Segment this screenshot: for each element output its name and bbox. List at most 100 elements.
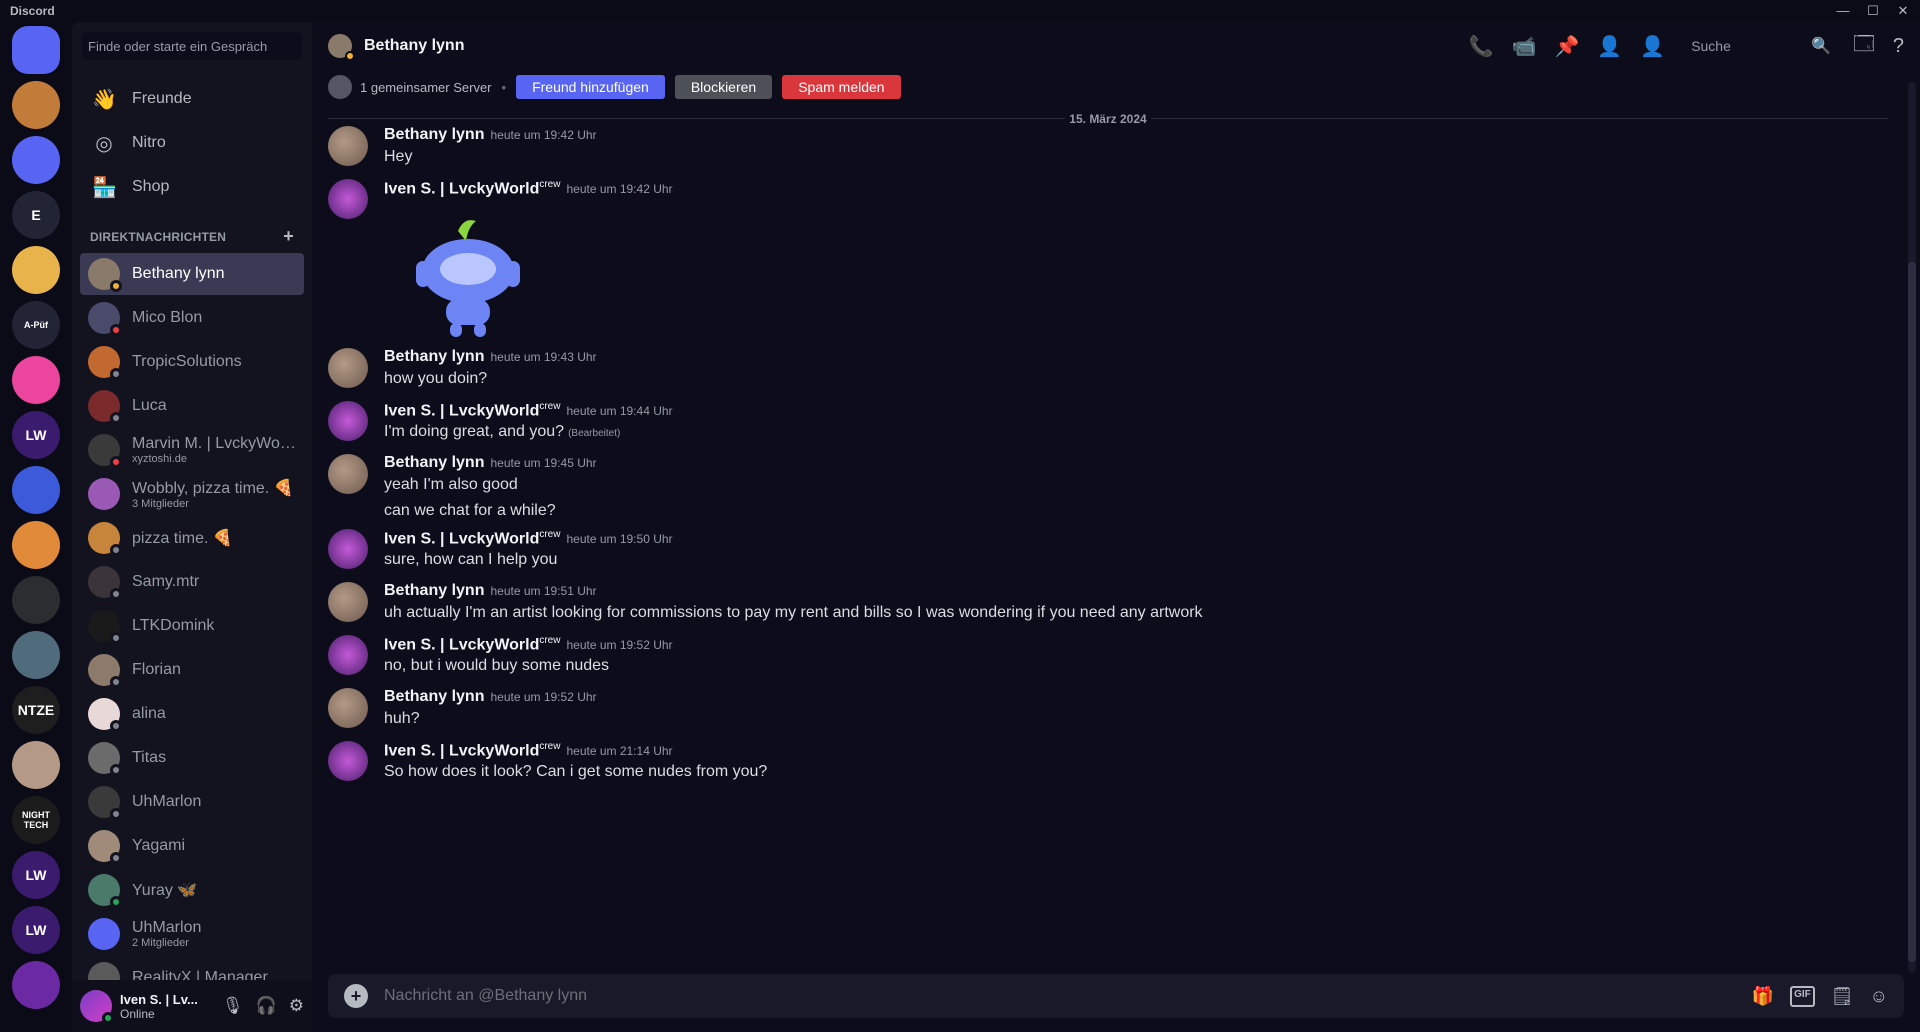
maximize-button[interactable]: ☐: [1866, 3, 1880, 19]
search-icon: 🔍: [1811, 38, 1832, 55]
message-input[interactable]: Nachricht an @Bethany lynn: [384, 987, 587, 1005]
server-icon[interactable]: LW: [12, 411, 60, 459]
dm-item[interactable]: UhMarlon 2 Mitglieder: [80, 913, 304, 955]
server-icon[interactable]: [12, 961, 60, 1009]
message-avatar[interactable]: [328, 741, 368, 781]
sticker-icon[interactable]: 🗒: [1831, 986, 1854, 1007]
message-text: no, but i would buy some nudes: [384, 657, 609, 675]
add-dm-icon[interactable]: +: [283, 226, 294, 247]
dm-item[interactable]: Samy.mtr: [80, 561, 304, 603]
mutual-server-text[interactable]: 1 gemeinsamer Server: [360, 80, 492, 95]
message-avatar[interactable]: [328, 126, 368, 166]
scrollbar-thumb[interactable]: [1908, 262, 1916, 962]
wumpus-sticker-icon[interactable]: [398, 209, 538, 349]
server-icon[interactable]: NIGHT TECH: [12, 796, 60, 844]
search-input[interactable]: Suche 🔍: [1687, 34, 1832, 58]
server-icon[interactable]: LW: [12, 906, 60, 954]
message-author[interactable]: Bethany lynn: [384, 126, 484, 143]
server-icon[interactable]: A-Püf: [12, 301, 60, 349]
block-button[interactable]: Blockieren: [674, 75, 773, 99]
status-indicator-icon: [110, 808, 122, 820]
dm-item[interactable]: Titas: [80, 737, 304, 779]
message-author[interactable]: Iven S. | LvckyWorld: [384, 180, 539, 197]
server-icon[interactable]: [12, 246, 60, 294]
message-avatar[interactable]: [328, 635, 368, 675]
pin-icon[interactable]: 📌: [1554, 34, 1579, 59]
dm-item[interactable]: UhMarlon: [80, 781, 304, 823]
add-friend-button[interactable]: Freund hinzufügen: [516, 75, 665, 99]
dm-subtext: 2 Mitglieder: [132, 937, 189, 949]
user-avatar[interactable]: [80, 990, 114, 1024]
dm-item[interactable]: Luca: [80, 385, 304, 427]
dm-item[interactable]: alina: [80, 693, 304, 735]
server-icon[interactable]: [12, 81, 60, 129]
server-icon[interactable]: [12, 466, 60, 514]
message-author[interactable]: Iven S. | LvckyWorld: [384, 636, 539, 653]
window-controls: — ☐ ✕: [1836, 3, 1920, 19]
dm-item[interactable]: Wobbly, pizza time. 🍕 3 Mitglieder: [80, 473, 304, 515]
message-text: Hey: [384, 148, 412, 166]
message-author[interactable]: Bethany lynn: [384, 582, 484, 599]
sidebar-item-shop[interactable]: 🏪 Shop: [80, 166, 304, 208]
dm-item[interactable]: Marvin M. | LvckyWorl... xyztoshi.de: [80, 429, 304, 471]
emoji-icon[interactable]: ☺: [1870, 986, 1888, 1007]
message-avatar[interactable]: [328, 582, 368, 622]
message-avatar[interactable]: [328, 454, 368, 494]
message-author[interactable]: Iven S. | LvckyWorld: [384, 530, 539, 547]
dm-item[interactable]: LTKDomink: [80, 605, 304, 647]
dm-item[interactable]: TropicSolutions: [80, 341, 304, 383]
server-icon[interactable]: [12, 521, 60, 569]
voice-call-icon[interactable]: 📞: [1469, 34, 1494, 59]
message-author[interactable]: Iven S. | LvckyWorld: [384, 742, 539, 759]
server-icon[interactable]: [12, 741, 60, 789]
dm-search-input[interactable]: Finde oder starte ein Gespräch: [82, 32, 302, 60]
message-avatar[interactable]: [328, 401, 368, 441]
dm-item[interactable]: Florian: [80, 649, 304, 691]
message-avatar[interactable]: [328, 529, 368, 569]
home-dm-button[interactable]: [12, 26, 60, 74]
message-author[interactable]: Bethany lynn: [384, 348, 484, 365]
help-icon[interactable]: ?: [1893, 35, 1904, 58]
inbox-icon[interactable]: 🗔: [1853, 29, 1875, 63]
server-label: LW: [25, 922, 47, 938]
message-avatar[interactable]: [328, 179, 368, 219]
video-call-icon[interactable]: 📹: [1512, 34, 1537, 59]
sidebar-item-nitro[interactable]: ◎ Nitro: [80, 122, 304, 164]
server-icon[interactable]: [12, 136, 60, 184]
attach-plus-icon[interactable]: +: [344, 984, 368, 1008]
microphone-icon[interactable]: 🎙: [222, 996, 244, 1016]
dm-item[interactable]: Yagami: [80, 825, 304, 867]
dm-item[interactable]: Bethany lynn: [80, 253, 304, 295]
user-info[interactable]: Iven S. | Lv... Online: [120, 992, 220, 1021]
user-profile-icon[interactable]: 👤: [1640, 34, 1665, 59]
message-avatar[interactable]: [328, 688, 368, 728]
message-author[interactable]: Iven S. | LvckyWorld: [384, 402, 539, 419]
dm-item[interactable]: Yuray 🦋: [80, 869, 304, 911]
server-icon[interactable]: LW: [12, 851, 60, 899]
server-icon[interactable]: [12, 576, 60, 624]
dm-avatar: [88, 830, 122, 864]
gif-icon[interactable]: GIF: [1790, 985, 1815, 1007]
server-icon[interactable]: E: [12, 191, 60, 239]
server-icon[interactable]: NTZE: [12, 686, 60, 734]
dm-item[interactable]: pizza time. 🍕: [80, 517, 304, 559]
close-button[interactable]: ✕: [1896, 3, 1910, 19]
settings-gear-icon[interactable]: ⚙: [289, 996, 304, 1016]
dm-name: Luca: [132, 397, 167, 414]
dm-item[interactable]: Mico Blon: [80, 297, 304, 339]
author-tag: crew: [539, 635, 561, 646]
add-friend-to-dm-icon[interactable]: 👤: [1597, 34, 1622, 59]
minimize-button[interactable]: —: [1836, 3, 1850, 19]
gift-icon[interactable]: 🎁: [1752, 986, 1774, 1007]
server-icon[interactable]: [12, 631, 60, 679]
message-scrollbar[interactable]: [1908, 82, 1916, 972]
message-author[interactable]: Bethany lynn: [384, 688, 484, 705]
server-icon[interactable]: [12, 356, 60, 404]
message-avatar[interactable]: [328, 348, 368, 388]
headphones-icon[interactable]: 🎧: [256, 996, 277, 1016]
dm-subtext: xyztoshi.de: [132, 453, 188, 465]
report-spam-button[interactable]: Spam melden: [782, 75, 901, 99]
message-author[interactable]: Bethany lynn: [384, 454, 484, 471]
sidebar-item-freunde[interactable]: 👋 Freunde: [80, 78, 304, 120]
nitro-icon: ◎: [95, 132, 113, 155]
